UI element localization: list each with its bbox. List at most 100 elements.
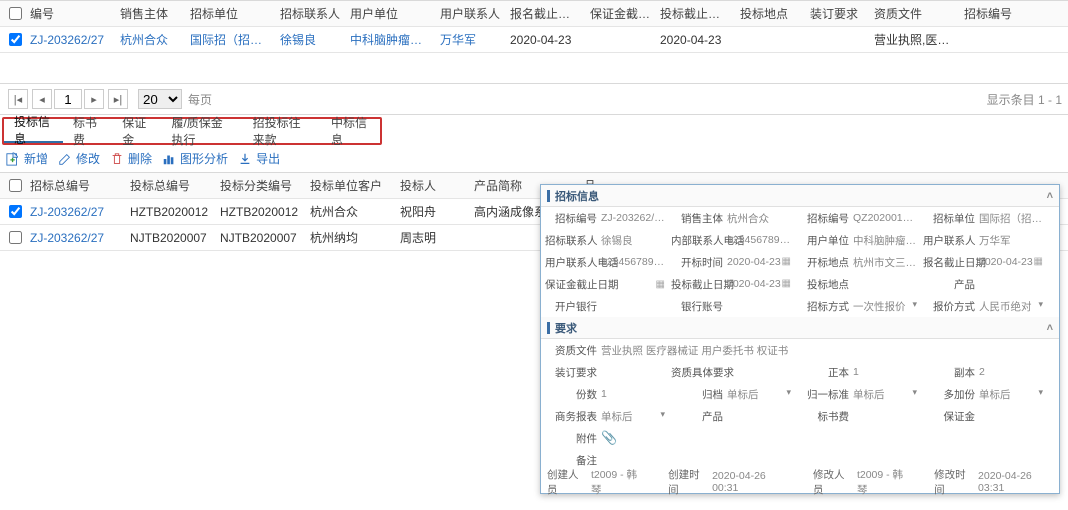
audit-footer: 创建人员t2009 - 韩琴 创建时间2020-04-26 00:31 修改人员… <box>541 471 1059 493</box>
cell: 2020-04-23 <box>506 33 586 47</box>
tab-payments[interactable]: 招投标往来款 <box>243 119 321 143</box>
col-h: 用户联系人 <box>436 5 506 22</box>
lbl: 用户联系人 <box>923 233 979 248</box>
pager-prev[interactable]: ◂ <box>32 89 52 109</box>
lbl: 投标地点 <box>797 277 853 292</box>
lbl: 招标联系人 <box>545 233 601 248</box>
cell: 万华军 <box>436 31 506 48</box>
pager-next[interactable]: ▸ <box>84 89 104 109</box>
cell-id[interactable]: ZJ-203262/27 <box>26 231 126 245</box>
lbl: 招标编号 <box>545 211 601 226</box>
cell: 周志明 <box>396 229 470 246</box>
chevron-down-icon: ▾ <box>660 409 665 420</box>
delete-label: 删除 <box>128 150 152 167</box>
cell: 国际招（招）标 <box>186 31 276 48</box>
chevron-down-icon: ▾ <box>1038 299 1043 310</box>
collapse-icon[interactable]: ˄ <box>1047 322 1053 334</box>
lbl: 正本 <box>797 365 853 380</box>
lbl: 报名截止日期 <box>923 255 979 270</box>
col-h: 投标分类编号 <box>216 177 306 194</box>
cell: 祝阳舟 <box>396 203 470 220</box>
chart-label: 图形分析 <box>180 150 228 167</box>
cell: HZTB2020012 <box>216 205 306 219</box>
lbl: 保证金 <box>923 409 979 424</box>
add-label: 新增 <box>24 150 48 167</box>
val-select[interactable]: 单标后▾ <box>853 387 923 402</box>
val-select[interactable]: 单标后▾ <box>979 387 1049 402</box>
val: QZ20200100 1903 <box>853 212 923 224</box>
lbl: 销售主体 <box>671 211 727 226</box>
lbl: 创建人员 <box>547 467 585 497</box>
col-h: 投标人 <box>396 177 470 194</box>
val[interactable]: 国际招（招）标 <box>979 211 1049 226</box>
cell: 杭州合众 <box>116 31 186 48</box>
lbl-remark: 备注 <box>545 453 601 468</box>
col-h: 招标单位 <box>186 5 276 22</box>
section-bar-icon <box>547 190 550 202</box>
lbl: 开户银行 <box>545 299 601 314</box>
col-h: 投标单位客户 <box>306 177 396 194</box>
master-row[interactable]: ZJ-203262/27 杭州合众 国际招（招）标 徐锡良 中科脑肿瘤与… 万华… <box>0 27 1068 53</box>
row-checkbox[interactable] <box>9 231 22 244</box>
chevron-down-icon: ▾ <box>912 387 917 398</box>
val-select[interactable]: 人民币绝对▾ <box>979 299 1049 314</box>
val-date[interactable]: 2020-04-23▦ <box>727 256 797 268</box>
pager-size-select[interactable]: 20 <box>138 89 182 109</box>
val[interactable]: 中科脑肿瘤医院研 <box>853 233 923 248</box>
val: t2009 - 韩琴 <box>857 467 908 497</box>
lbl: 归档 <box>671 387 727 402</box>
val-select[interactable]: 一次性报价▾ <box>853 299 923 314</box>
lbl: 银行账号 <box>671 299 727 314</box>
lbl: 资质具体要求 <box>671 365 727 380</box>
edit-button[interactable]: 修改 <box>58 150 100 167</box>
section-bar-icon <box>547 322 550 334</box>
val[interactable]: 1 <box>601 388 671 400</box>
calendar-icon: ▦ <box>782 256 791 267</box>
master-header-row: 编号 销售主体 招标单位 招标联系人 用户单位 用户联系人 报名截止… 保证金截… <box>0 1 1068 27</box>
val[interactable]: 2 <box>979 366 1049 378</box>
tab-doc-fee[interactable]: 标书费 <box>63 119 112 143</box>
tab-deposit[interactable]: 保证金 <box>112 119 161 143</box>
col-h: 用户单位 <box>346 5 436 22</box>
pager-page-input[interactable] <box>54 89 82 109</box>
chart-button[interactable]: 图形分析 <box>162 150 228 167</box>
row-checkbox[interactable] <box>9 33 22 46</box>
col-h: 投标总编号 <box>126 177 216 194</box>
export-button[interactable]: 导出 <box>238 150 280 167</box>
val-date[interactable]: ▦ <box>601 279 671 290</box>
tab-award[interactable]: 中标信息 <box>321 119 380 143</box>
val: ZJ-203262/27 <box>601 212 671 224</box>
collapse-icon[interactable]: ˄ <box>1047 190 1053 202</box>
bid-detail-form: 招标信息 ˄ 招标编号ZJ-203262/27 销售主体杭州合众 招标编号QZ2… <box>540 184 1060 494</box>
lbl: 商务报表 <box>545 409 601 424</box>
delete-button[interactable]: 删除 <box>110 150 152 167</box>
lbl: 投标截止日期 <box>671 277 727 292</box>
add-button[interactable]: 新增 <box>6 150 48 167</box>
row-checkbox[interactable] <box>9 205 22 218</box>
lbl: 开标时间 <box>671 255 727 270</box>
val: 12345678910 <box>727 234 797 246</box>
val-select[interactable]: 单标后▾ <box>727 387 797 402</box>
cell-id[interactable]: ZJ-203262/27 <box>26 205 126 219</box>
val-date[interactable]: 2020-04-23▦ <box>979 256 1049 268</box>
val-date[interactable]: 2020-04-23▦ <box>727 278 797 290</box>
trash-icon <box>110 152 124 166</box>
col-h: 编号 <box>26 5 116 22</box>
cell-id[interactable]: ZJ-203262/27 <box>26 33 116 47</box>
tab-bid-info[interactable]: 投标信息 <box>4 119 63 143</box>
paperclip-icon[interactable]: 📎 <box>601 430 617 445</box>
lbl: 报价方式 <box>923 299 979 314</box>
lbl: 开标地点 <box>797 255 853 270</box>
val-select[interactable]: 单标后▾ <box>601 409 671 424</box>
tab-warranty[interactable]: 履/质保金执行 <box>161 119 242 143</box>
pager-first[interactable]: |◂ <box>8 89 28 109</box>
val: 营业执照 医疗器械证 用户委托书 权证书 <box>601 343 1041 358</box>
export-label: 导出 <box>256 150 280 167</box>
val[interactable]: 1 <box>853 366 923 378</box>
chevron-down-icon: ▾ <box>1038 387 1043 398</box>
master-grid: 编号 销售主体 招标单位 招标联系人 用户单位 用户联系人 报名截止… 保证金截… <box>0 0 1068 53</box>
col-h: 投标地点 <box>736 5 806 22</box>
pager-last[interactable]: ▸| <box>108 89 128 109</box>
select-all-checkbox[interactable] <box>9 7 22 20</box>
detail-select-all[interactable] <box>9 179 22 192</box>
